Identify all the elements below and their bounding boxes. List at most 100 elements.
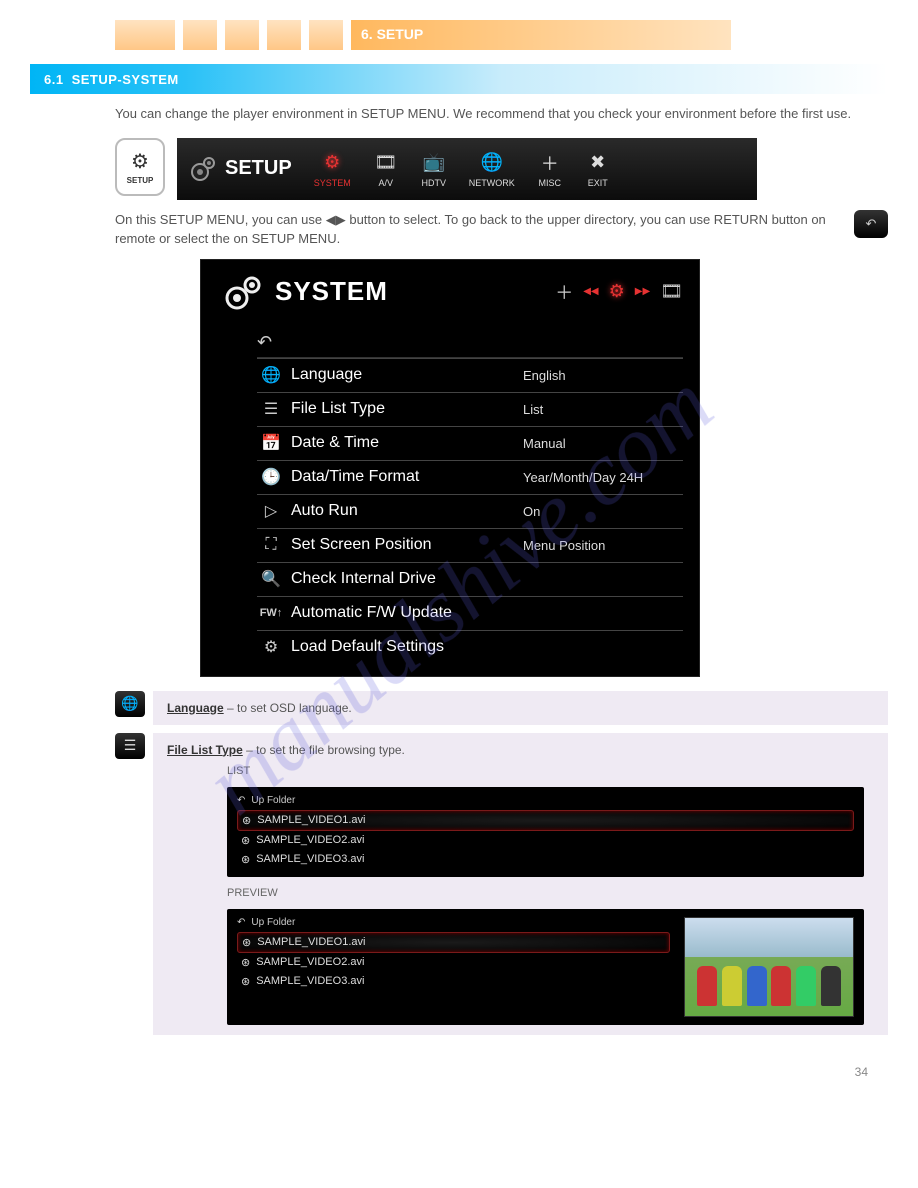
film-sound-icon[interactable]: 🎞 <box>660 281 683 302</box>
nav-item-exit[interactable]: ✖ EXIT <box>585 150 611 188</box>
globe-icon: 🌐 <box>479 150 505 176</box>
film-reel-icon: ⊛ <box>242 814 251 827</box>
setting-label: Load Default Settings <box>291 638 523 656</box>
file-name: SAMPLE_VIDEO2.avi <box>256 956 364 968</box>
setting-value: Manual <box>523 426 683 460</box>
clock-icon: 🕒 <box>257 467 285 487</box>
preview-mode-label: PREVIEW <box>227 887 278 899</box>
up-folder-row[interactable]: ↶ Up Folder <box>237 917 670 928</box>
file-row[interactable]: ⊛ SAMPLE_VIDEO2.avi <box>237 953 670 972</box>
nav-item-misc[interactable]: ＋ MISC <box>537 150 563 188</box>
plus-icon[interactable]: ＋ <box>555 279 573 305</box>
firmware-update-icon: FW↑ <box>257 607 285 619</box>
gears-icon <box>221 274 265 310</box>
setup-nav-brand-label: SETUP <box>225 157 292 180</box>
setting-value <box>523 630 683 664</box>
return-arrow-icon: ↶ <box>866 214 877 234</box>
setting-row-auto-run[interactable]: ▷ Auto Run On <box>257 494 683 528</box>
film-reel-icon: ⊛ <box>241 956 250 969</box>
section-heading-bar: 6.1 SETUP-SYSTEM <box>30 64 888 94</box>
nav-label: HDTV <box>421 178 446 188</box>
desc-language: Language – to set OSD language. <box>153 691 888 725</box>
file-list-list-mode: ↶ Up Folder ⊛ SAMPLE_VIDEO1.avi ⊛ SAMPLE… <box>227 787 864 877</box>
setting-label: Data/Time Format <box>291 468 523 486</box>
return-arrow-icon: ↶ <box>237 917 245 928</box>
play-circle-icon: ▷ <box>257 501 285 521</box>
return-icon-chip: ↶ <box>854 210 888 238</box>
setting-row-datetime-format[interactable]: 🕒 Data/Time Format Year/Month/Day 24H <box>257 460 683 494</box>
nav-label: MISC <box>538 178 561 188</box>
file-row[interactable]: ⊛ SAMPLE_VIDEO1.avi <box>237 810 854 831</box>
intro-paragraph: You can change the player environment in… <box>115 104 888 124</box>
return-arrow-icon: ↶ <box>237 795 245 806</box>
back-row[interactable]: ↶ <box>257 328 683 358</box>
return-arrow-icon: ↶ <box>257 332 272 353</box>
gear-icon: ⚙ <box>131 149 149 174</box>
video-preview-thumbnail <box>684 917 854 1017</box>
list-mode-label: LIST <box>227 765 250 777</box>
nav-label: NETWORK <box>469 178 515 188</box>
setting-label: Date & Time <box>291 434 523 452</box>
file-name: SAMPLE_VIDEO1.avi <box>257 814 365 826</box>
setting-label: File List Type <box>291 400 523 418</box>
film-sound-icon: 🎞 <box>373 150 399 176</box>
globe-icon: 🌐 <box>115 691 145 717</box>
nav-item-av[interactable]: 🎞 A/V <box>373 150 399 188</box>
page-number: 34 <box>30 1065 888 1079</box>
file-row[interactable]: ⊛ SAMPLE_VIDEO3.avi <box>237 972 670 991</box>
section-title: SETUP-SYSTEM <box>72 72 179 87</box>
setting-label: Language <box>291 366 523 384</box>
nav-item-hdtv[interactable]: 📺 HDTV <box>421 150 447 188</box>
file-name: SAMPLE_VIDEO3.avi <box>256 975 364 987</box>
setting-value <box>523 562 683 596</box>
file-name: SAMPLE_VIDEO3.avi <box>256 853 364 865</box>
setting-row-screen-position[interactable]: ⛶ Set Screen Position Menu Position <box>257 528 683 562</box>
nav-label: A/V <box>378 178 393 188</box>
nav-instruction-tail: on SETUP MENU. <box>234 231 341 246</box>
film-reel-icon: ⊛ <box>241 834 250 847</box>
nav-item-system[interactable]: ⚙ SYSTEM <box>314 150 351 188</box>
setup-nav-brand: SETUP <box>189 155 292 183</box>
panel-title: SYSTEM <box>275 276 388 307</box>
gears-icon: ⚙ <box>609 281 625 302</box>
file-row[interactable]: ⊛ SAMPLE_VIDEO2.avi <box>237 831 854 850</box>
file-row[interactable]: ⊛ SAMPLE_VIDEO1.avi <box>237 932 670 953</box>
setting-row-file-list-type[interactable]: ☰ File List Type List <box>257 392 683 426</box>
list-icon: ☰ <box>257 399 285 419</box>
search-icon: 🔍 <box>257 569 285 589</box>
nav-label: SYSTEM <box>314 178 351 188</box>
setting-row-load-defaults[interactable]: ⚙ Load Default Settings <box>257 630 683 664</box>
top-color-bar: 6. SETUP <box>115 20 888 50</box>
system-settings-panel: SYSTEM ＋ ◀◀ ⚙ ▶▶ 🎞 ↶ 🌐 Language English … <box>200 259 700 677</box>
prev-arrow-icon[interactable]: ◀◀ <box>583 286 598 297</box>
setting-row-date-time[interactable]: 📅 Date & Time Manual <box>257 426 683 460</box>
setting-row-fw-update[interactable]: FW↑ Automatic F/W Update <box>257 596 683 630</box>
tv-icon: 📺 <box>421 150 447 176</box>
file-list-preview-mode: ↶ Up Folder ⊛ SAMPLE_VIDEO1.avi ⊛ SAMPLE… <box>227 909 864 1025</box>
calendar-icon: 📅 <box>257 433 285 453</box>
close-icon: ✖ <box>585 150 611 176</box>
next-arrow-icon[interactable]: ▶▶ <box>635 286 650 297</box>
setting-label: Set Screen Position <box>291 536 523 554</box>
nav-item-network[interactable]: 🌐 NETWORK <box>469 150 515 188</box>
desc-filelist-text: – to set the file browsing type. <box>243 743 405 757</box>
file-name: SAMPLE_VIDEO1.avi <box>257 936 365 948</box>
setting-row-language[interactable]: 🌐 Language English <box>257 358 683 392</box>
list-icon: ☰ <box>115 733 145 759</box>
plus-icon: ＋ <box>537 150 563 176</box>
film-reel-icon: ⊛ <box>242 936 251 949</box>
file-row[interactable]: ⊛ SAMPLE_VIDEO3.avi <box>237 850 854 869</box>
expand-corners-icon: ⛶ <box>257 536 285 554</box>
setup-nav-strip: SETUP ⚙ SYSTEM 🎞 A/V 📺 HDTV 🌐 NETWORK ＋ … <box>177 138 757 200</box>
setting-label: Automatic F/W Update <box>291 604 523 622</box>
film-reel-icon: ⊛ <box>241 975 250 988</box>
setting-value: Year/Month/Day 24H <box>523 460 683 494</box>
setting-row-check-drive[interactable]: 🔍 Check Internal Drive <box>257 562 683 596</box>
file-name: SAMPLE_VIDEO2.avi <box>256 834 364 846</box>
setting-value: On <box>523 494 683 528</box>
desc-language-title: Language <box>167 701 224 715</box>
up-folder-row[interactable]: ↶ Up Folder <box>237 795 854 806</box>
top-chip <box>267 20 301 50</box>
up-folder-label: Up Folder <box>251 795 295 806</box>
chapter-title-bar: 6. SETUP <box>351 20 731 50</box>
